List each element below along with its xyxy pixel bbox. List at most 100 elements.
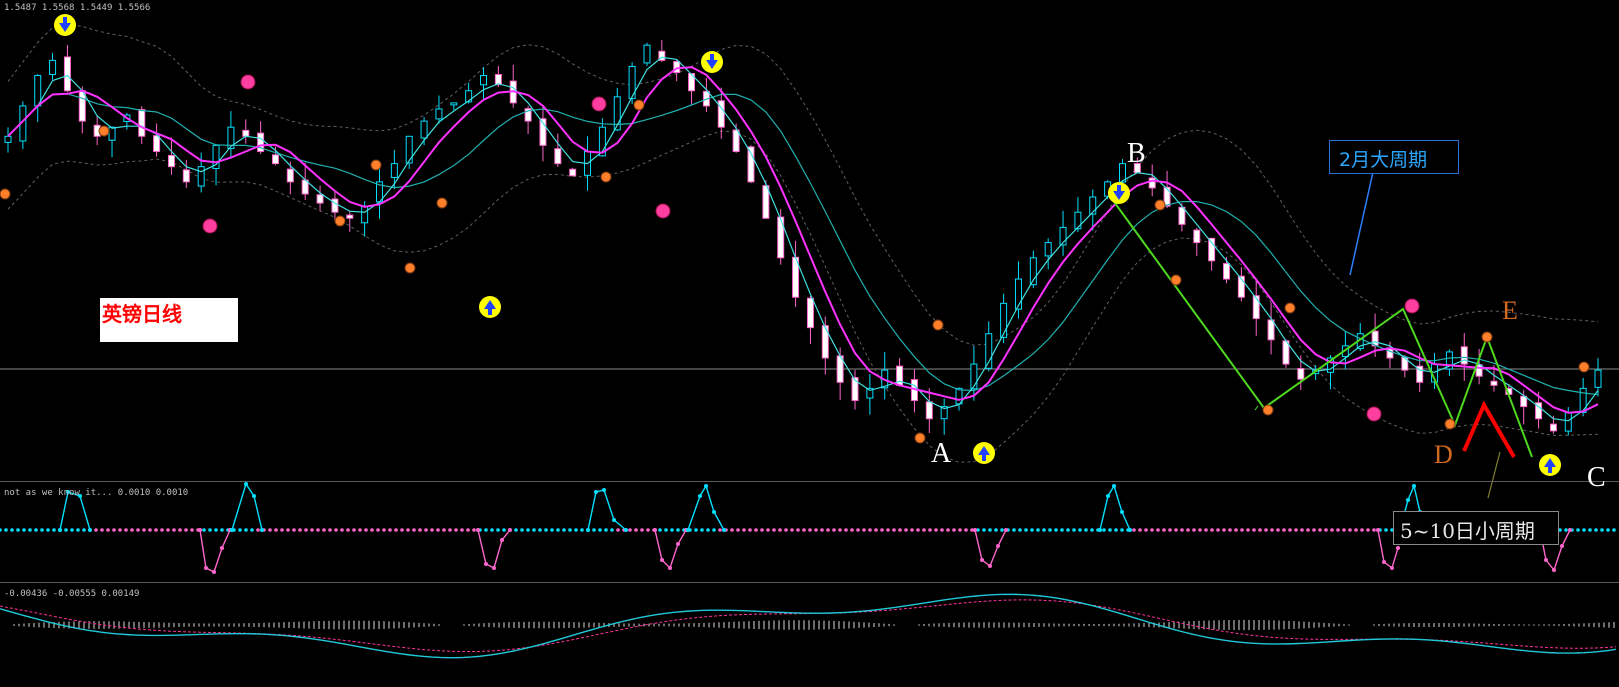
candle-body: [286, 168, 294, 183]
oscillator-dot: [1300, 528, 1304, 532]
oscillator-dot: [1114, 528, 1118, 532]
signal-flower-marker: [591, 96, 607, 112]
oscillator-dot: [286, 528, 290, 532]
candle-body: [108, 126, 116, 141]
zigzag-line: [1111, 198, 1533, 458]
oscillator-dot: [1090, 528, 1094, 532]
oscillator-dot: [660, 558, 664, 562]
oscillator-dot: [574, 528, 578, 532]
candle-body: [242, 129, 250, 137]
oscillator-dot: [722, 528, 726, 532]
panel-separator-2: [0, 582, 1619, 583]
candle-body: [346, 214, 354, 219]
oscillator-peak: [687, 484, 725, 531]
oscillator-dot: [874, 528, 878, 532]
oscillator-dot: [376, 528, 380, 532]
oscillator-dot: [40, 528, 44, 532]
oscillator-dot: [1112, 484, 1116, 488]
oscillator-dot: [1330, 528, 1334, 532]
oscillator-dot: [406, 528, 410, 532]
lower-band: [7, 130, 1599, 463]
oscillator-dot: [980, 558, 984, 562]
oscillator-dot: [718, 528, 722, 532]
oscillator-dot: [1342, 528, 1346, 532]
oscillator-dot: [190, 528, 194, 532]
oscillator-dot: [580, 528, 584, 532]
chart-canvas[interactable]: [0, 0, 1619, 682]
oscillator-dot: [1318, 528, 1322, 532]
fractal-marker: [1154, 199, 1166, 211]
oscillator-dot: [670, 528, 674, 532]
candle-body: [554, 148, 562, 165]
oscillator-dot: [94, 528, 98, 532]
oscillator-dot: [916, 528, 920, 532]
oscillator-dot: [1030, 528, 1034, 532]
oscillator-dot: [1382, 560, 1386, 564]
oscillator-dot: [1252, 528, 1256, 532]
oscillator-dot: [106, 528, 110, 532]
candle-body: [970, 363, 978, 390]
fractal-marker: [1578, 361, 1590, 373]
oscillator-dot: [322, 528, 326, 532]
oscillator-dot: [490, 528, 494, 532]
signal-flower-marker: [240, 74, 256, 90]
oscillator-dot: [556, 528, 560, 532]
oscillator-dot: [538, 528, 542, 532]
oscillator-dot: [1246, 528, 1250, 532]
oscillator-dot: [10, 528, 14, 532]
oscillator-dot: [1204, 528, 1208, 532]
oscillator-peak: [587, 489, 627, 531]
oscillator-dot: [676, 542, 680, 546]
oscillator-dot: [52, 528, 56, 532]
ma-slow-line: [7, 93, 1599, 396]
oscillator-dot: [1004, 528, 1008, 532]
oscillator-peak: [231, 482, 263, 531]
oscillator-dot: [124, 528, 128, 532]
oscillator-dot: [1276, 528, 1280, 532]
candle-body: [1208, 237, 1216, 262]
oscillator-dot: [814, 528, 818, 532]
oscillator-trough: [199, 529, 231, 573]
ma-mid-line: [7, 66, 1599, 414]
candle-body: [1193, 229, 1201, 244]
oscillator-dot: [964, 528, 968, 532]
oscillator-dot: [602, 488, 606, 492]
candle-body: [1074, 211, 1082, 230]
oscillator-dot: [1544, 558, 1548, 562]
oscillator-dot: [766, 528, 770, 532]
fractal-marker: [1262, 404, 1274, 416]
candle-body: [405, 135, 413, 164]
oscillator-dot: [148, 528, 152, 532]
candle-body: [1000, 302, 1008, 338]
oscillator-dot: [334, 528, 338, 532]
oscillator-dot: [1384, 528, 1388, 532]
oscillator-dot: [202, 528, 206, 532]
oscillator-dot: [532, 528, 536, 532]
oscillator-dot: [310, 528, 314, 532]
candle-body: [643, 44, 651, 64]
oscillator-dot: [448, 528, 452, 532]
oscillator-dot: [736, 528, 740, 532]
oscillator-dot: [382, 528, 386, 532]
oscillator-dot: [268, 528, 272, 532]
oscillator-dot: [1360, 528, 1364, 532]
oscillator-dot: [1072, 528, 1076, 532]
oscillator-dot: [1144, 528, 1148, 532]
oscillator-dot: [436, 528, 440, 532]
fractal-marker: [0, 188, 11, 200]
candle-body: [1549, 423, 1557, 432]
oscillator-dot: [76, 528, 80, 532]
oscillator-dot: [1564, 528, 1568, 532]
oscillator-dot: [1036, 528, 1040, 532]
oscillator-dot: [496, 528, 500, 532]
signal-flower-marker: [1366, 406, 1382, 422]
oscillator-dot: [484, 528, 488, 532]
candle-body: [569, 168, 577, 177]
forex-chart-window[interactable]: 1.5487 1.5568 1.5449 1.5566 not as we kn…: [0, 0, 1619, 682]
oscillator-dot: [172, 528, 176, 532]
zigzag-tail: [1254, 405, 1259, 411]
fractal-marker: [98, 125, 110, 137]
oscillator-dot: [730, 528, 734, 532]
fractal-marker: [404, 262, 416, 274]
fractal-marker: [1444, 418, 1456, 430]
